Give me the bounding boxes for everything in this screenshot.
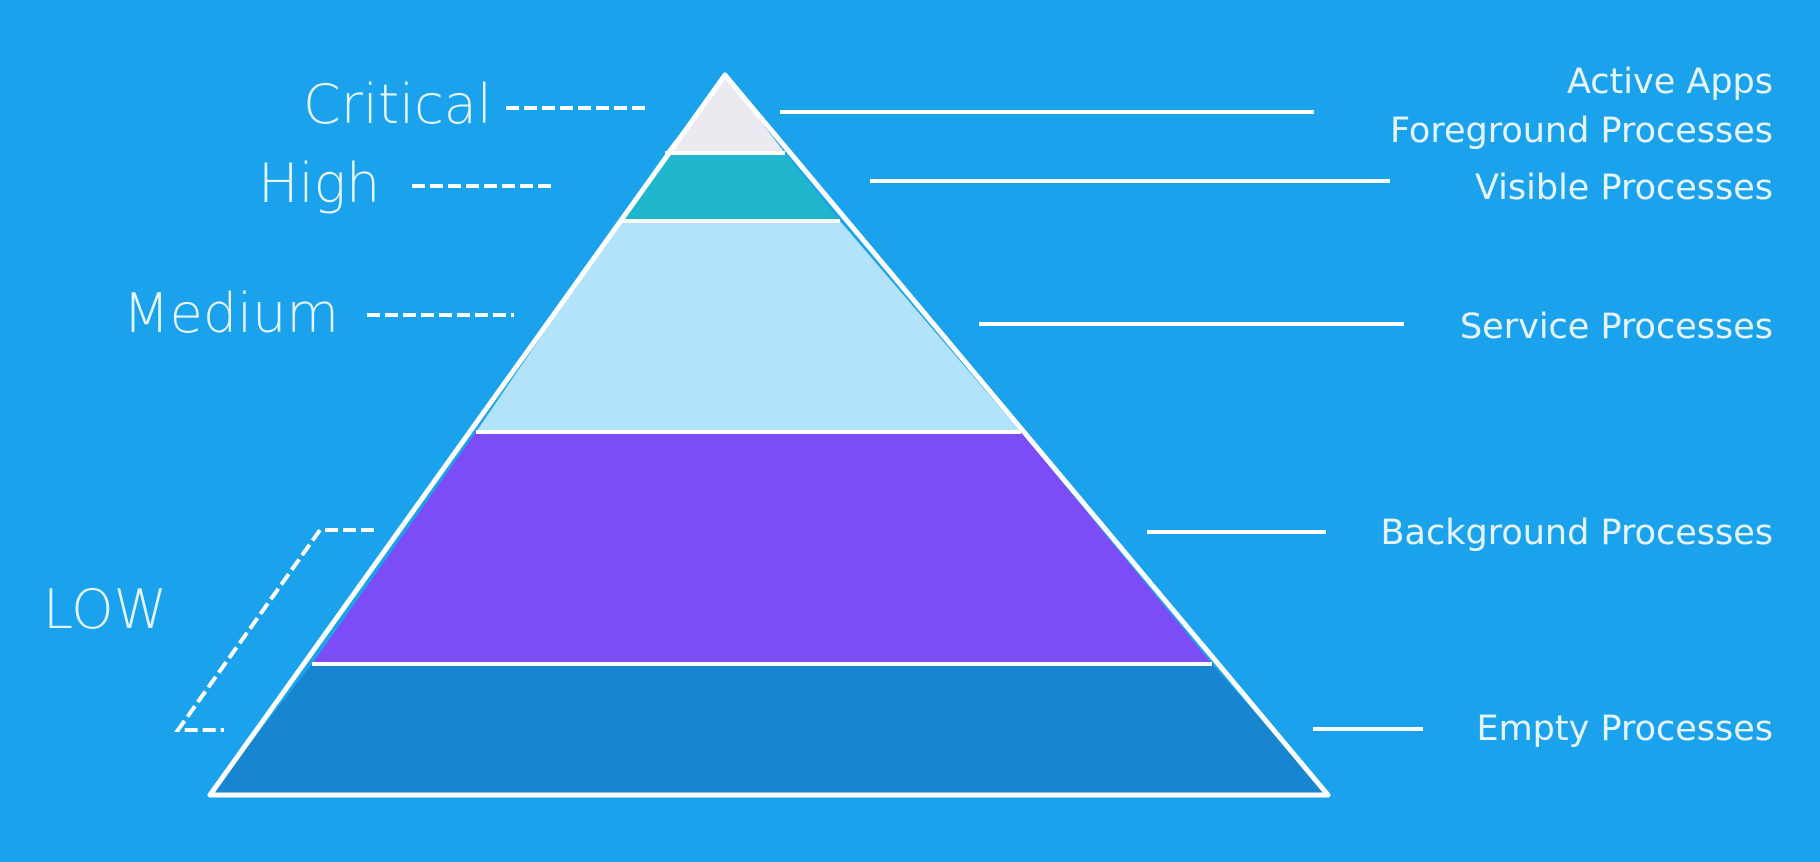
process-label-service: Service Processes	[1460, 307, 1773, 347]
tier-critical	[665, 75, 785, 153]
pyramid-diagram: Critical High Medium LOW Active Apps For…	[43, 62, 1773, 798]
process-label-background: Background Processes	[1381, 513, 1773, 553]
process-label-active-apps: Active Apps	[1567, 62, 1773, 102]
tier-medium	[476, 221, 1021, 432]
level-label-low: LOW	[43, 578, 167, 641]
level-label-critical: Critical	[303, 73, 492, 136]
level-label-high: High	[258, 152, 380, 215]
tier-high	[620, 153, 840, 221]
process-priority-diagram: Critical High Medium LOW Active Apps For…	[0, 0, 1820, 862]
level-label-medium: Medium	[123, 282, 339, 345]
process-label-visible: Visible Processes	[1475, 168, 1773, 208]
tier-empty	[210, 664, 1328, 795]
process-label-empty: Empty Processes	[1476, 709, 1773, 749]
process-label-foreground: Foreground Processes	[1390, 111, 1773, 151]
